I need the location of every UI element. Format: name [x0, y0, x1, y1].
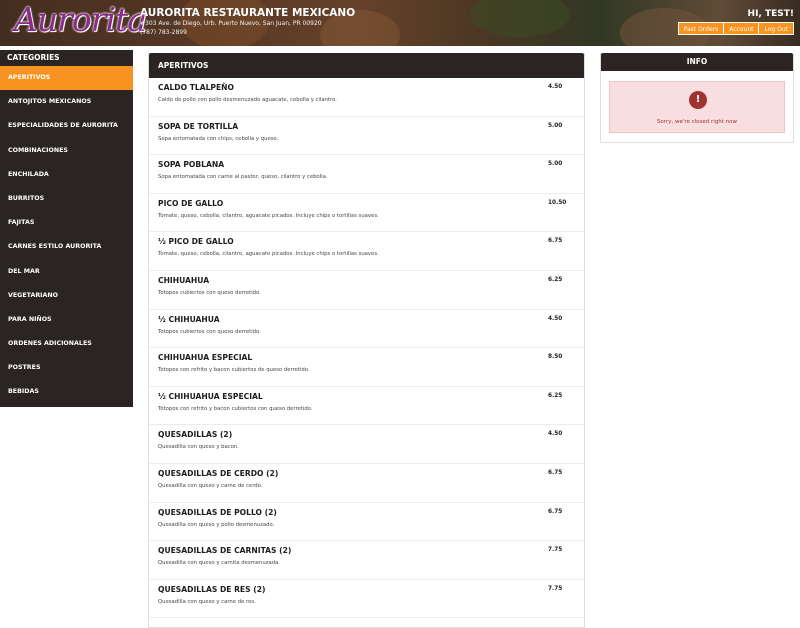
- sidebar-item-postres[interactable]: POSTRES: [0, 356, 133, 380]
- menu-item[interactable]: ½ CHIHUAHUA ESPECIAL Totopos con refrito…: [149, 387, 584, 426]
- menu-item-price: 6.75: [548, 508, 563, 515]
- menu-item-description: Totopos cubiertos con queso derretido.: [158, 289, 261, 296]
- closed-message: Sorry, we're closed right now: [656, 119, 738, 125]
- menu-item-name: SOPA POBLANA: [158, 160, 225, 170]
- menu-item-price: 6.75: [548, 238, 563, 245]
- sidebar-item-para-ninos[interactable]: PARA NIÑOS: [0, 308, 133, 332]
- menu-item-description: Quesadilla con queso y pollo desmenuzado…: [158, 521, 275, 528]
- menu-item[interactable]: QUESADILLAS DE CARNITAS (2) Quesadilla c…: [149, 541, 584, 580]
- info-panel: INFO ! Sorry, we're closed right now: [600, 53, 794, 143]
- sidebar-item-vegetariano[interactable]: VEGETARIANO: [0, 284, 133, 308]
- menu-item-description: Tomate, queso, cebolla, cilantro, aguaca…: [158, 212, 379, 219]
- restaurant-address: #303 Ave. de Diego, Urb. Puerto Nuevo, S…: [140, 20, 322, 27]
- menu-item-price: 5.00: [548, 161, 563, 168]
- alert-circle-icon: !: [689, 91, 707, 109]
- menu-item[interactable]: SOPA POBLANA Sopa entomatada con carne a…: [149, 155, 584, 194]
- menu-item[interactable]: QUESADILLAS (2) Quesadilla con queso y b…: [149, 425, 584, 464]
- account-buttons: Past Orders Account Log Out: [677, 22, 794, 35]
- menu-item-price: 4.50: [548, 84, 563, 90]
- sidebar-item-ordenes-adicionales[interactable]: ORDENES ADICIONALES: [0, 332, 133, 356]
- menu-item-description: Tomate, queso, cebolla, cilantro, aguaca…: [158, 251, 379, 258]
- sidebar-item-antojitos-mexicanos[interactable]: ANTOJITOS MEXICANOS: [0, 90, 133, 114]
- menu-item[interactable]: QUESADILLAS DE POLLO (2) Quesadilla con …: [149, 503, 584, 542]
- sidebar-item-combinaciones[interactable]: COMBINACIONES: [0, 139, 133, 163]
- menu-item-price: 6.75: [548, 469, 563, 476]
- menu-item-name: SOPA DE TORTILLA: [158, 121, 239, 131]
- menu-item-description: Totopos con refrito y bacon cubiertos de…: [158, 367, 310, 374]
- info-title: INFO: [601, 53, 793, 71]
- menu-item-name: CHIHUAHUA: [158, 275, 210, 285]
- restaurant-logo[interactable]: Aurorita: [14, 0, 147, 39]
- menu-item-price: 6.25: [548, 392, 563, 399]
- menu-item-description: Sopa entomatada con carne al pastor, que…: [158, 174, 328, 181]
- menu-item-name: QUESADILLAS DE CARNITAS (2): [158, 546, 292, 556]
- menu-panel: APERITIVOS CALDO TLALPEÑO Caldo de pollo…: [148, 53, 585, 628]
- menu-item-description: Quesadilla con queso y carne de cerdo.: [158, 482, 263, 489]
- menu-item[interactable]: CHIHUAHUA ESPECIAL Totopos con refrito y…: [149, 348, 584, 387]
- sidebar-item-aperitivos[interactable]: APERITIVOS: [0, 66, 133, 91]
- account-button[interactable]: Account: [723, 22, 760, 35]
- menu-item-description: Sopa entomatada con chips, cebolla y que…: [158, 135, 279, 142]
- menu-item-price: 7.75: [548, 547, 563, 554]
- menu-item-name: QUESADILLAS DE POLLO (2): [158, 507, 277, 517]
- menu-item-name: CHIHUAHUA ESPECIAL: [158, 353, 253, 363]
- restaurant-name: AURORITA RESTAURANTE MEXICANO: [140, 7, 356, 19]
- menu-item-price: 5.00: [548, 122, 563, 129]
- menu-item-price: 8.50: [548, 354, 563, 361]
- sidebar-item-del-mar[interactable]: DEL MAR: [0, 260, 133, 284]
- logout-button[interactable]: Log Out: [758, 22, 794, 35]
- menu-item-description: Quesadilla con queso y carne de res.: [158, 598, 256, 605]
- menu-item-price: 4.50: [548, 315, 563, 322]
- restaurant-phone: (787) 783-2899: [140, 29, 187, 36]
- sidebar-item-burritos[interactable]: BURRITOS: [0, 187, 133, 211]
- menu-item-name: ½ PICO DE GALLO: [158, 237, 234, 247]
- menu-item-description: Quesadilla con queso y carnita desmenuza…: [158, 560, 281, 567]
- menu-item-description: Quesadilla con queso y bacon.: [158, 444, 239, 451]
- categories-sidebar: CATEGORIES APERITIVOS ANTOJITOS MEXICANO…: [0, 50, 133, 407]
- menu-section-title: APERITIVOS: [149, 53, 584, 78]
- past-orders-button[interactable]: Past Orders: [677, 22, 725, 35]
- menu-item-name: CALDO TLALPEÑO: [158, 83, 234, 92]
- menu-item[interactable]: CALDO TLALPEÑO Caldo de pollo con pollo …: [149, 78, 584, 117]
- sidebar-item-bebidas[interactable]: BEBIDAS: [0, 380, 133, 404]
- closed-alert: ! Sorry, we're closed right now: [609, 81, 785, 133]
- menu-item[interactable]: QUESADILLAS DE CERDO (2) Quesadilla con …: [149, 464, 584, 503]
- menu-item[interactable]: CHIHUAHUA Totopos cubiertos con queso de…: [149, 271, 584, 310]
- menu-item-price: 4.50: [548, 431, 563, 438]
- menu-item-name: QUESADILLAS DE CERDO (2): [158, 468, 279, 478]
- sidebar-item-carnes[interactable]: CARNES ESTILO AURORITA: [0, 235, 133, 259]
- menu-item-name: ½ CHIHUAHUA: [158, 314, 220, 324]
- sidebar-item-enchilada[interactable]: ENCHILADA: [0, 163, 133, 187]
- header-banner: Aurorita AURORITA RESTAURANTE MEXICANO #…: [0, 0, 800, 46]
- menu-item-name: ½ CHIHUAHUA ESPECIAL: [158, 391, 263, 401]
- menu-item[interactable]: QUESADILLAS DE RES (2) Quesadilla con qu…: [149, 580, 584, 619]
- menu-item-name: PICO DE GALLO: [158, 198, 224, 208]
- categories-title: CATEGORIES: [7, 53, 60, 62]
- sidebar-item-especialidades[interactable]: ESPECIALIDADES DE AURORITA: [0, 114, 133, 138]
- menu-item[interactable]: SOPA DE TORTILLA Sopa entomatada con chi…: [149, 117, 584, 156]
- menu-item-description: Caldo de pollo con pollo desmenuzado agu…: [158, 97, 337, 103]
- menu-item[interactable]: ½ CHIHUAHUA Totopos cubiertos con queso …: [149, 310, 584, 349]
- menu-item-price: 6.25: [548, 276, 563, 283]
- menu-item-name: QUESADILLAS (2): [158, 430, 233, 440]
- menu-item-description: Totopos con refrito y bacon cubiertos co…: [158, 405, 313, 412]
- user-greeting: HI, TEST!: [747, 9, 794, 19]
- menu-item-name: QUESADILLAS DE RES (2): [158, 584, 266, 594]
- menu-item-description: Totopos cubiertos con queso derretido.: [158, 328, 261, 335]
- sidebar-item-fajitas[interactable]: FAJITAS: [0, 211, 133, 235]
- menu-item-price: 10.50: [548, 199, 567, 206]
- menu-item-price: 7.75: [548, 585, 563, 592]
- menu-item[interactable]: PICO DE GALLO Tomate, queso, cebolla, ci…: [149, 194, 584, 233]
- menu-item[interactable]: ½ PICO DE GALLO Tomate, queso, cebolla, …: [149, 232, 584, 271]
